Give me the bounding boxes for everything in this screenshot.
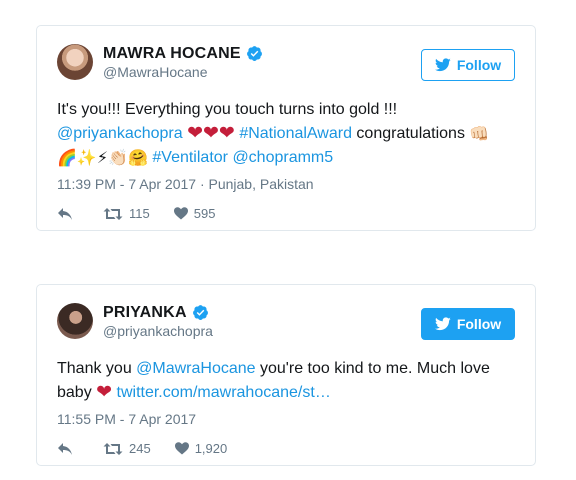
tweet-header: MAWRA HOCANE @MawraHocane Follow bbox=[57, 42, 515, 82]
tweet-text: It's you!!! Everything you touch turns i… bbox=[57, 98, 515, 170]
tweet-url-link[interactable]: twitter.com/mawrahocane/st… bbox=[117, 384, 331, 401]
like-count: 1,920 bbox=[194, 441, 228, 456]
tweet-text-line: @priyankachopra ❤❤❤ #NationalAward congr… bbox=[57, 122, 515, 146]
emoji-sequence: 🌈✨⚡👏🏻🤗 bbox=[57, 150, 148, 167]
mention-link[interactable]: @priyankachopra bbox=[57, 125, 183, 142]
display-name[interactable]: MAWRA HOCANE bbox=[103, 45, 241, 63]
like-icon bbox=[173, 207, 188, 220]
twitter-bird-icon bbox=[434, 317, 451, 331]
hearts-emoji: ❤❤❤ bbox=[187, 123, 235, 144]
location: · Punjab, Pakistan bbox=[196, 176, 314, 192]
verified-icon bbox=[192, 305, 208, 320]
username[interactable]: @MawraHocane bbox=[103, 64, 263, 80]
verified-icon bbox=[246, 46, 262, 61]
tweet-actions: 245 1,920 bbox=[57, 441, 515, 456]
user-info: MAWRA HOCANE @MawraHocane bbox=[103, 45, 263, 80]
avatar[interactable] bbox=[57, 303, 93, 339]
timestamp[interactable]: 11:55 PM - 7 Apr 2017 bbox=[57, 411, 196, 427]
retweet-icon bbox=[103, 207, 123, 220]
tweet-header: PRIYANKA @priyankachopra Follow bbox=[57, 301, 515, 341]
reply-icon bbox=[58, 207, 72, 220]
mention-link[interactable]: @chopramm5 bbox=[232, 149, 333, 166]
reply-button[interactable] bbox=[57, 207, 79, 221]
tweet-card: MAWRA HOCANE @MawraHocane Follow It's yo… bbox=[36, 25, 536, 231]
follow-button[interactable]: Follow bbox=[421, 308, 515, 340]
retweet-count: 245 bbox=[129, 441, 151, 456]
hashtag-link[interactable]: #NationalAward bbox=[239, 125, 352, 142]
tweet-text-fragment: Thank you bbox=[57, 360, 137, 377]
tweet-actions: 115 595 bbox=[57, 206, 515, 221]
retweet-icon bbox=[103, 442, 123, 455]
user-info: PRIYANKA @priyankachopra bbox=[103, 304, 213, 339]
timestamp[interactable]: 11:39 PM - 7 Apr 2017 bbox=[57, 176, 196, 192]
follow-label: Follow bbox=[456, 57, 502, 73]
avatar[interactable] bbox=[57, 44, 93, 80]
like-icon bbox=[174, 442, 189, 455]
tweet-text-line: 🌈✨⚡👏🏻🤗 #Ventilator @chopramm5 bbox=[57, 146, 515, 170]
like-button[interactable]: 1,920 bbox=[174, 441, 228, 456]
tweet-card: PRIYANKA @priyankachopra Follow Thank yo… bbox=[36, 284, 536, 466]
retweet-button[interactable]: 115 bbox=[103, 206, 150, 221]
tweet-text-line: It's you!!! Everything you touch turns i… bbox=[57, 101, 398, 118]
tweet-meta: 11:39 PM - 7 Apr 2017 · Punjab, Pakistan bbox=[57, 176, 515, 192]
follow-label: Follow bbox=[456, 316, 502, 332]
like-count: 595 bbox=[193, 206, 216, 221]
hashtag-link[interactable]: #Ventilator bbox=[152, 149, 228, 166]
username[interactable]: @priyankachopra bbox=[103, 323, 213, 339]
retweet-count: 115 bbox=[129, 206, 150, 221]
display-name[interactable]: PRIYANKA bbox=[103, 304, 187, 322]
follow-button[interactable]: Follow bbox=[421, 49, 515, 81]
mention-link[interactable]: @MawraHocane bbox=[136, 360, 255, 377]
name-row: MAWRA HOCANE bbox=[103, 45, 263, 63]
twitter-bird-icon bbox=[434, 58, 451, 72]
reply-button[interactable] bbox=[57, 442, 79, 456]
tweet-meta: 11:55 PM - 7 Apr 2017 bbox=[57, 411, 515, 427]
retweet-button[interactable]: 245 bbox=[103, 441, 151, 456]
like-button[interactable]: 595 bbox=[173, 206, 216, 221]
fist-emoji: 👊🏻 bbox=[469, 126, 490, 143]
name-row: PRIYANKA bbox=[103, 304, 213, 322]
heart-emoji: ❤ bbox=[96, 382, 113, 403]
reply-icon bbox=[58, 442, 72, 455]
tweet-text: Thank you @MawraHocane you're too kind t… bbox=[57, 357, 515, 405]
tweet-text-fragment: congratulations bbox=[351, 125, 470, 142]
